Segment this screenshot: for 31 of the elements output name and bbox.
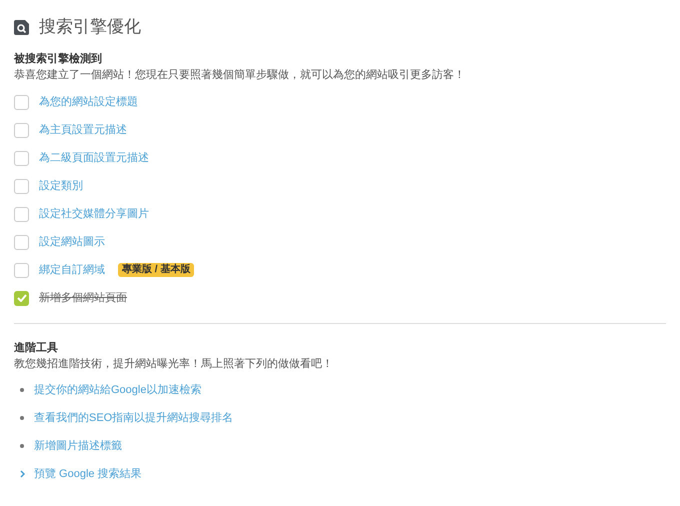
checkbox[interactable] bbox=[14, 290, 29, 306]
task-link[interactable]: 為主頁設置元描述 bbox=[39, 122, 127, 138]
tool-link[interactable]: 新增圖片描述標籤 bbox=[34, 438, 122, 454]
section-heading: 進階工具 bbox=[14, 340, 59, 356]
page-title: 搜索引擎優化 bbox=[39, 16, 141, 38]
checkbox[interactable] bbox=[14, 178, 29, 194]
bullet-icon bbox=[20, 416, 24, 420]
task-link[interactable]: 設定網站圖示 bbox=[39, 234, 105, 250]
bullet-icon bbox=[20, 388, 24, 392]
checkbox[interactable] bbox=[14, 122, 29, 138]
task-link[interactable]: 綁定自訂網域 bbox=[39, 262, 105, 278]
task-link[interactable]: 為二級頁面設置元描述 bbox=[39, 150, 149, 166]
section-heading: 被搜索引擎檢測到 bbox=[14, 52, 103, 67]
checkbox[interactable] bbox=[14, 94, 29, 110]
chevron-right-icon bbox=[20, 470, 25, 478]
plan-badge: 專業版 / 基本版 bbox=[118, 263, 194, 277]
search-icon bbox=[14, 20, 29, 34]
checkbox[interactable] bbox=[14, 262, 29, 278]
section-description: 恭喜您建立了一個網站！您現在只要照著幾個簡單步驟做，就可以為您的網站吸引更多訪客！ bbox=[14, 68, 466, 83]
preview-link[interactable]: 預覽 Google 搜索結果 bbox=[34, 466, 142, 482]
bullet-icon bbox=[20, 444, 24, 448]
task-link[interactable]: 設定社交媒體分享圖片 bbox=[39, 206, 149, 222]
checkbox[interactable] bbox=[14, 206, 29, 222]
task-label: 新增多個網站頁面 bbox=[39, 290, 127, 306]
checkbox[interactable] bbox=[14, 150, 29, 166]
task-link[interactable]: 為您的網站設定標題 bbox=[39, 94, 138, 110]
section-description: 教您幾招進階技術，提升網站曝光率！馬上照著下列的做做看吧！ bbox=[14, 356, 334, 372]
task-link[interactable]: 設定類別 bbox=[39, 178, 83, 194]
checkbox[interactable] bbox=[14, 234, 29, 250]
tool-link[interactable]: 查看我們的SEO指南以提升網站搜尋排名 bbox=[34, 410, 234, 426]
tool-link[interactable]: 提交你的網站給Google以加速檢索 bbox=[34, 382, 202, 398]
